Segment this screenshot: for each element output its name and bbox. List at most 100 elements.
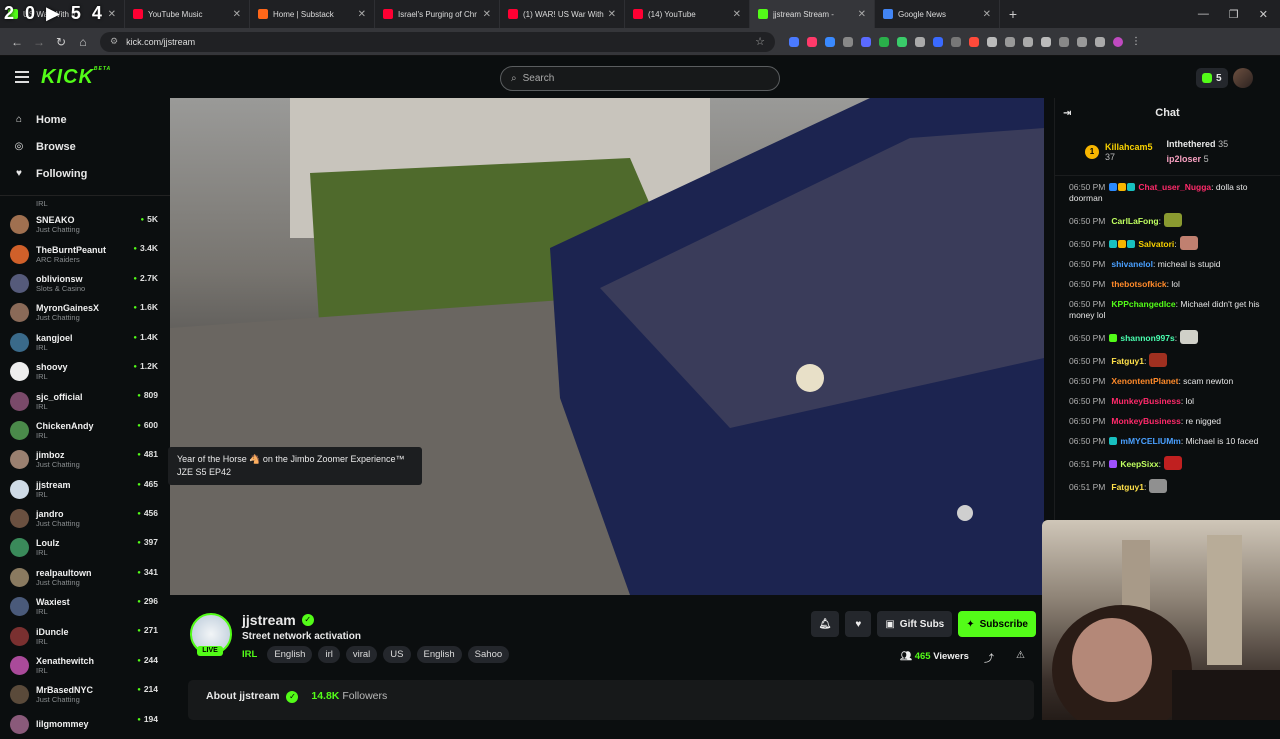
followed-channel[interactable]: MrBasedNYCJust Chatting 214 bbox=[0, 680, 170, 709]
extension-icon[interactable] bbox=[825, 36, 835, 47]
search-input[interactable]: ⌕ Search bbox=[500, 66, 780, 91]
new-tab-button[interactable]: + bbox=[1000, 6, 1026, 22]
minimize-icon[interactable]: — bbox=[1198, 8, 1209, 21]
sidebar-item-browse[interactable]: ◎ Browse bbox=[12, 133, 158, 160]
site-info-icon[interactable]: ⚙ bbox=[110, 36, 118, 47]
extension-icon[interactable] bbox=[1023, 36, 1033, 47]
hamburger-menu-icon[interactable] bbox=[15, 71, 29, 83]
followed-channel[interactable]: kangjoelIRL 1.4K bbox=[0, 328, 170, 357]
message-username[interactable]: shannon997s bbox=[1120, 333, 1174, 343]
message-username[interactable]: shivanelol bbox=[1111, 259, 1153, 269]
extension-icon[interactable] bbox=[1095, 36, 1105, 47]
tab-close-icon[interactable]: ✕ bbox=[733, 9, 741, 20]
followed-channel[interactable]: sjc_officialIRL 809 bbox=[0, 386, 170, 415]
collapse-chat-icon[interactable]: ⇥ bbox=[1063, 108, 1071, 119]
browser-tab[interactable]: Home | Substack ✕ bbox=[250, 0, 375, 28]
notification-bell-button[interactable]: 🔔︎ bbox=[810, 611, 840, 637]
extension-icon[interactable] bbox=[915, 36, 925, 47]
video-player[interactable] bbox=[170, 98, 1044, 595]
subscribe-button[interactable]: ✦ Subscribe bbox=[958, 611, 1036, 637]
stream-tag[interactable]: English bbox=[416, 646, 462, 663]
stream-tag[interactable]: viral bbox=[345, 646, 378, 663]
home-icon[interactable]: ⌂ bbox=[72, 35, 94, 49]
message-username[interactable]: Chat_user_Nugga bbox=[1138, 182, 1211, 192]
browser-tab[interactable]: jjstream Stream - ✕ bbox=[750, 0, 875, 28]
stream-tag[interactable]: English bbox=[267, 646, 313, 663]
stream-tag[interactable]: US bbox=[383, 646, 411, 663]
close-window-icon[interactable]: ✕ bbox=[1259, 8, 1268, 21]
followed-channel[interactable]: shoovyIRL 1.2K bbox=[0, 357, 170, 386]
browser-tab[interactable]: YouTube Music ✕ bbox=[125, 0, 250, 28]
follow-heart-button[interactable]: ♥ bbox=[845, 611, 872, 637]
extension-icon[interactable] bbox=[789, 36, 799, 47]
extension-icon[interactable] bbox=[861, 36, 871, 47]
followed-channel[interactable]: iDuncleIRL 271 bbox=[0, 621, 170, 650]
stream-tag[interactable]: irl bbox=[318, 646, 340, 663]
tab-close-icon[interactable]: ✕ bbox=[483, 9, 491, 20]
extension-icon[interactable] bbox=[897, 36, 907, 47]
message-username[interactable]: CarlLaFong bbox=[1111, 216, 1158, 226]
back-icon[interactable]: ← bbox=[6, 35, 28, 49]
message-username[interactable]: MunkeyBusiness bbox=[1111, 396, 1180, 406]
browser-tab[interactable]: (14) YouTube ✕ bbox=[625, 0, 750, 28]
stream-tag[interactable]: Sahoo bbox=[467, 646, 510, 663]
browser-tab[interactable]: (1) WAR! US War With ✕ bbox=[500, 0, 625, 28]
forward-icon[interactable]: → bbox=[28, 35, 50, 49]
kick-points-badge[interactable]: 5 bbox=[1196, 68, 1228, 88]
category-link[interactable]: IRL bbox=[242, 649, 257, 660]
followed-channel[interactable]: lilgmommey 194 bbox=[0, 710, 170, 739]
followed-channel[interactable]: SNEAKOJust Chatting 5K bbox=[0, 210, 170, 239]
message-username[interactable]: MonkeyBusiness bbox=[1111, 416, 1180, 426]
extension-icon[interactable] bbox=[1005, 36, 1015, 47]
profile-icon[interactable] bbox=[1113, 36, 1123, 47]
followed-channel[interactable]: realpaultownJust Chatting 341 bbox=[0, 563, 170, 592]
message-username[interactable]: Fatguy1 bbox=[1111, 356, 1144, 366]
report-icon[interactable]: ⚠ bbox=[1016, 650, 1025, 665]
extension-icon[interactable] bbox=[1041, 36, 1051, 47]
extension-icon[interactable] bbox=[951, 36, 961, 47]
tab-close-icon[interactable]: ✕ bbox=[983, 9, 991, 20]
user-avatar[interactable] bbox=[1233, 68, 1253, 88]
tab-close-icon[interactable]: ✕ bbox=[108, 9, 116, 20]
message-username[interactable]: KPPchangedIce bbox=[1111, 299, 1175, 309]
reload-icon[interactable]: ↻ bbox=[50, 35, 72, 49]
followed-channel[interactable]: jandroJust Chatting 456 bbox=[0, 504, 170, 533]
tab-close-icon[interactable]: ✕ bbox=[358, 9, 366, 20]
url-field[interactable]: ⚙ kick.com/jjstream ☆ bbox=[100, 31, 775, 52]
message-username[interactable]: KeepSixx bbox=[1120, 459, 1158, 469]
share-icon[interactable]: ⤴ bbox=[984, 650, 994, 665]
tab-close-icon[interactable]: ✕ bbox=[233, 9, 241, 20]
leaderboard-entry[interactable]: ip2loser 5 bbox=[1167, 152, 1229, 167]
tab-close-icon[interactable]: ✕ bbox=[858, 9, 866, 20]
kick-logo[interactable]: KICKBETA bbox=[41, 66, 111, 89]
browser-tab[interactable]: Israel's Purging of Chr ✕ bbox=[375, 0, 500, 28]
followed-channel[interactable]: LoulzIRL 397 bbox=[0, 533, 170, 562]
message-username[interactable]: thebotsofkick bbox=[1111, 279, 1166, 289]
sidebar-item-following[interactable]: ♥ Following bbox=[12, 160, 158, 187]
maximize-icon[interactable]: ❐ bbox=[1229, 8, 1239, 21]
followed-channel[interactable]: ChickenAndyIRL 600 bbox=[0, 416, 170, 445]
menu-dots-icon[interactable]: ⋮ bbox=[1131, 36, 1141, 47]
extension-icon[interactable] bbox=[843, 36, 853, 47]
browser-tab[interactable]: Google News ✕ bbox=[875, 0, 1000, 28]
message-username[interactable]: Fatguy1 bbox=[1111, 482, 1144, 492]
followed-channel[interactable]: XenathewitchIRL 244 bbox=[0, 651, 170, 680]
followed-channel[interactable]: IRL bbox=[0, 196, 170, 210]
extension-icon[interactable] bbox=[933, 36, 943, 47]
bookmark-star-icon[interactable]: ☆ bbox=[755, 35, 765, 48]
leaderboard-top[interactable]: 1 Killahcam5 37 bbox=[1085, 142, 1153, 162]
extension-icon[interactable] bbox=[1059, 36, 1069, 47]
followed-channel[interactable]: WaxiestIRL 296 bbox=[0, 592, 170, 621]
channel-name[interactable]: jjstream ✓ bbox=[242, 612, 314, 628]
extension-icon[interactable] bbox=[1077, 36, 1087, 47]
extension-icon[interactable] bbox=[807, 36, 817, 47]
message-username[interactable]: XenontentPlanet bbox=[1111, 376, 1178, 386]
extension-icon[interactable] bbox=[987, 36, 997, 47]
extension-icon[interactable] bbox=[969, 36, 979, 47]
extension-icon[interactable] bbox=[879, 36, 889, 47]
leaderboard-entry[interactable]: Inthethered 35 bbox=[1167, 137, 1229, 152]
followed-channel[interactable]: oblivionswSlots & Casino 2.7K bbox=[0, 269, 170, 298]
message-username[interactable]: mMYCELIUMm bbox=[1120, 436, 1180, 446]
sidebar-item-home[interactable]: ⌂ Home bbox=[12, 106, 158, 133]
tab-close-icon[interactable]: ✕ bbox=[608, 9, 616, 20]
